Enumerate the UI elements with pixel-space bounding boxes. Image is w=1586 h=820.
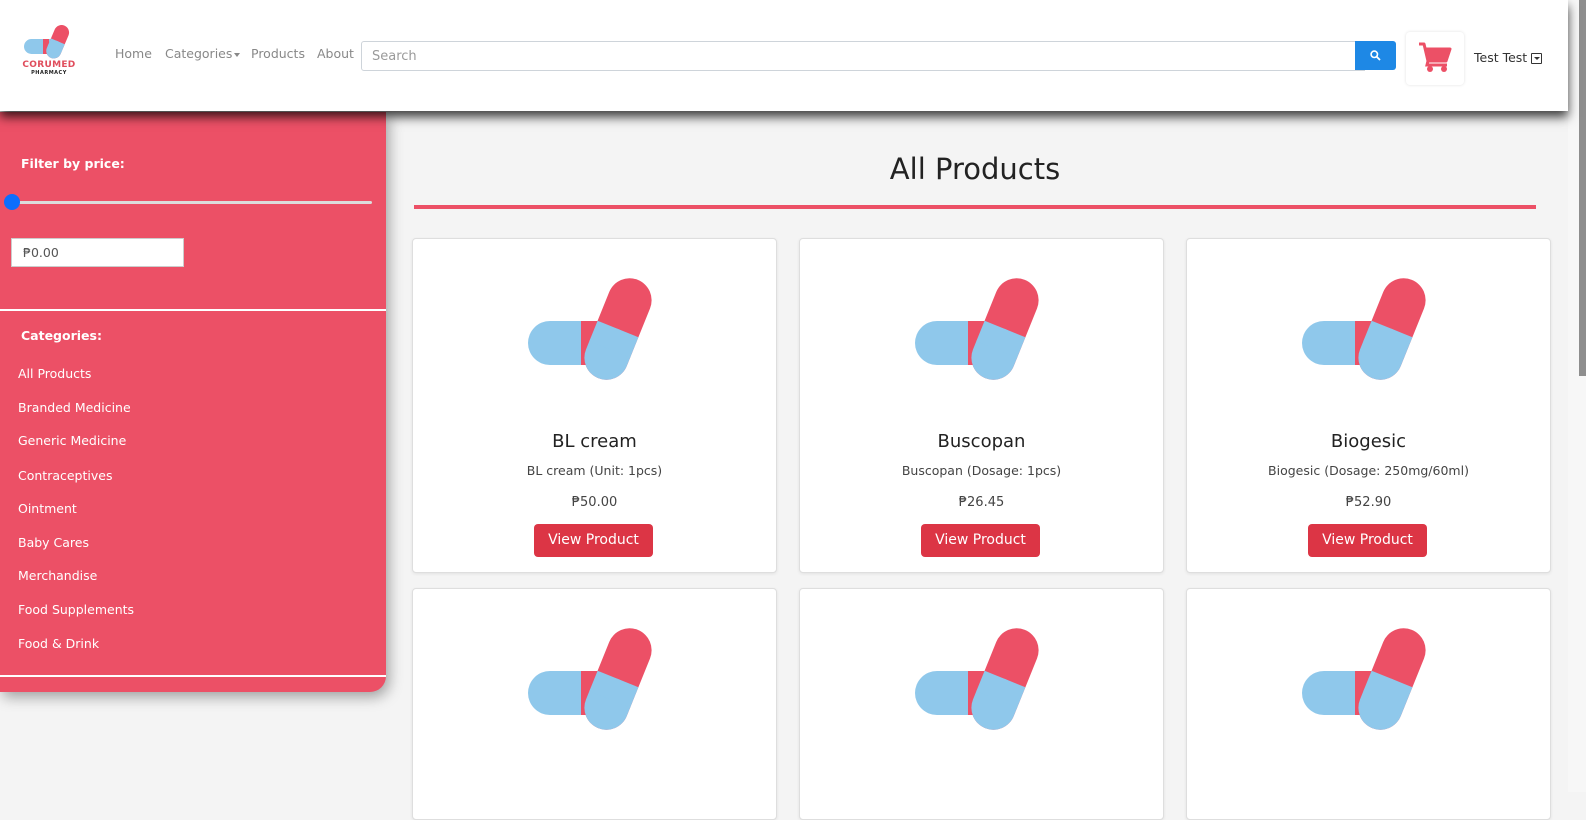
view-product-button[interactable]: View Product [1308,524,1427,557]
sidebar-divider [0,309,386,311]
price-field[interactable]: ₱0.00 [11,238,184,267]
logo-capsule-icon [24,25,70,59]
capsule-icon [528,278,652,380]
capsule-icon [1302,278,1426,380]
category-item-ointment[interactable]: Ointment [18,501,77,516]
brand-tagline: PHARMACY [31,70,67,76]
user-name[interactable]: Test Test [1474,50,1527,65]
capsule-icon [915,628,1039,730]
product-name: Buscopan [937,431,1026,452]
product-description: BL cream (Unit: 1pcs) [526,463,663,478]
category-item-merchandise[interactable]: Merchandise [18,568,97,583]
cart-button[interactable] [1406,32,1464,85]
product-price: ₱26.45 [958,495,1005,510]
categories-heading: Categories: [21,328,102,343]
nav-categories-dropdown[interactable]: Categories [165,46,241,61]
price-slider[interactable] [11,201,372,204]
search-icon [1370,50,1381,61]
caret-down-icon [234,52,241,57]
capsule-icon [915,278,1039,380]
product-price: ₱52.90 [1345,495,1392,510]
search-input[interactable] [361,41,1365,71]
product-description: Biogesic (Dosage: 250mg/60ml) [1268,463,1469,478]
category-item-generic-medicine[interactable]: Generic Medicine [18,433,126,448]
shopping-cart-icon [1419,42,1452,72]
nav-products-link[interactable]: Products [251,46,305,61]
price-slider-thumb[interactable] [4,194,20,210]
title-underline [414,205,1536,209]
product-card[interactable] [799,588,1164,820]
user-dropdown-icon[interactable] [1531,53,1542,64]
scrollbar-thumb[interactable] [1579,0,1586,376]
nav-categories-label: Categories [165,46,233,61]
product-price: ₱50.00 [571,495,618,510]
view-product-button[interactable]: View Product [534,524,653,557]
sidebar-divider [0,675,386,677]
brand-name: CORUMED [22,60,76,70]
header: CORUMED PHARMACY Home Categories Product… [0,0,1568,111]
page-title: All Products [889,152,1061,186]
capsule-icon [528,628,652,730]
product-name: BL cream [552,431,637,452]
product-name: Biogesic [1330,431,1407,452]
category-item-contraceptives[interactable]: Contraceptives [18,468,112,483]
category-item-branded-medicine[interactable]: Branded Medicine [18,400,131,415]
product-card[interactable] [412,588,777,820]
product-card[interactable]: BL cream BL cream (Unit: 1pcs) ₱50.00 Vi… [412,238,777,573]
category-item-food-drink[interactable]: Food & Drink [18,636,99,651]
view-product-button[interactable]: View Product [921,524,1040,557]
nav-home-link[interactable]: Home [115,46,152,61]
product-card[interactable] [1186,588,1551,820]
corumed-logo[interactable]: CORUMED PHARMACY [18,22,80,78]
category-item-all-products[interactable]: All Products [18,366,91,381]
product-card[interactable]: Biogesic Biogesic (Dosage: 250mg/60ml) ₱… [1186,238,1551,573]
category-item-food-supplements[interactable]: Food Supplements [18,602,134,617]
product-description: Buscopan (Dosage: 1pcs) [901,463,1062,478]
category-item-baby-cares[interactable]: Baby Cares [18,535,89,550]
product-card[interactable]: Buscopan Buscopan (Dosage: 1pcs) ₱26.45 … [799,238,1164,573]
search-button[interactable] [1355,41,1396,70]
sidebar: Filter by price: ₱0.00 Categories: All P… [0,112,386,692]
nav-about-link[interactable]: About [317,46,354,61]
capsule-icon [1302,628,1426,730]
filter-by-price-heading: Filter by price: [21,156,125,171]
